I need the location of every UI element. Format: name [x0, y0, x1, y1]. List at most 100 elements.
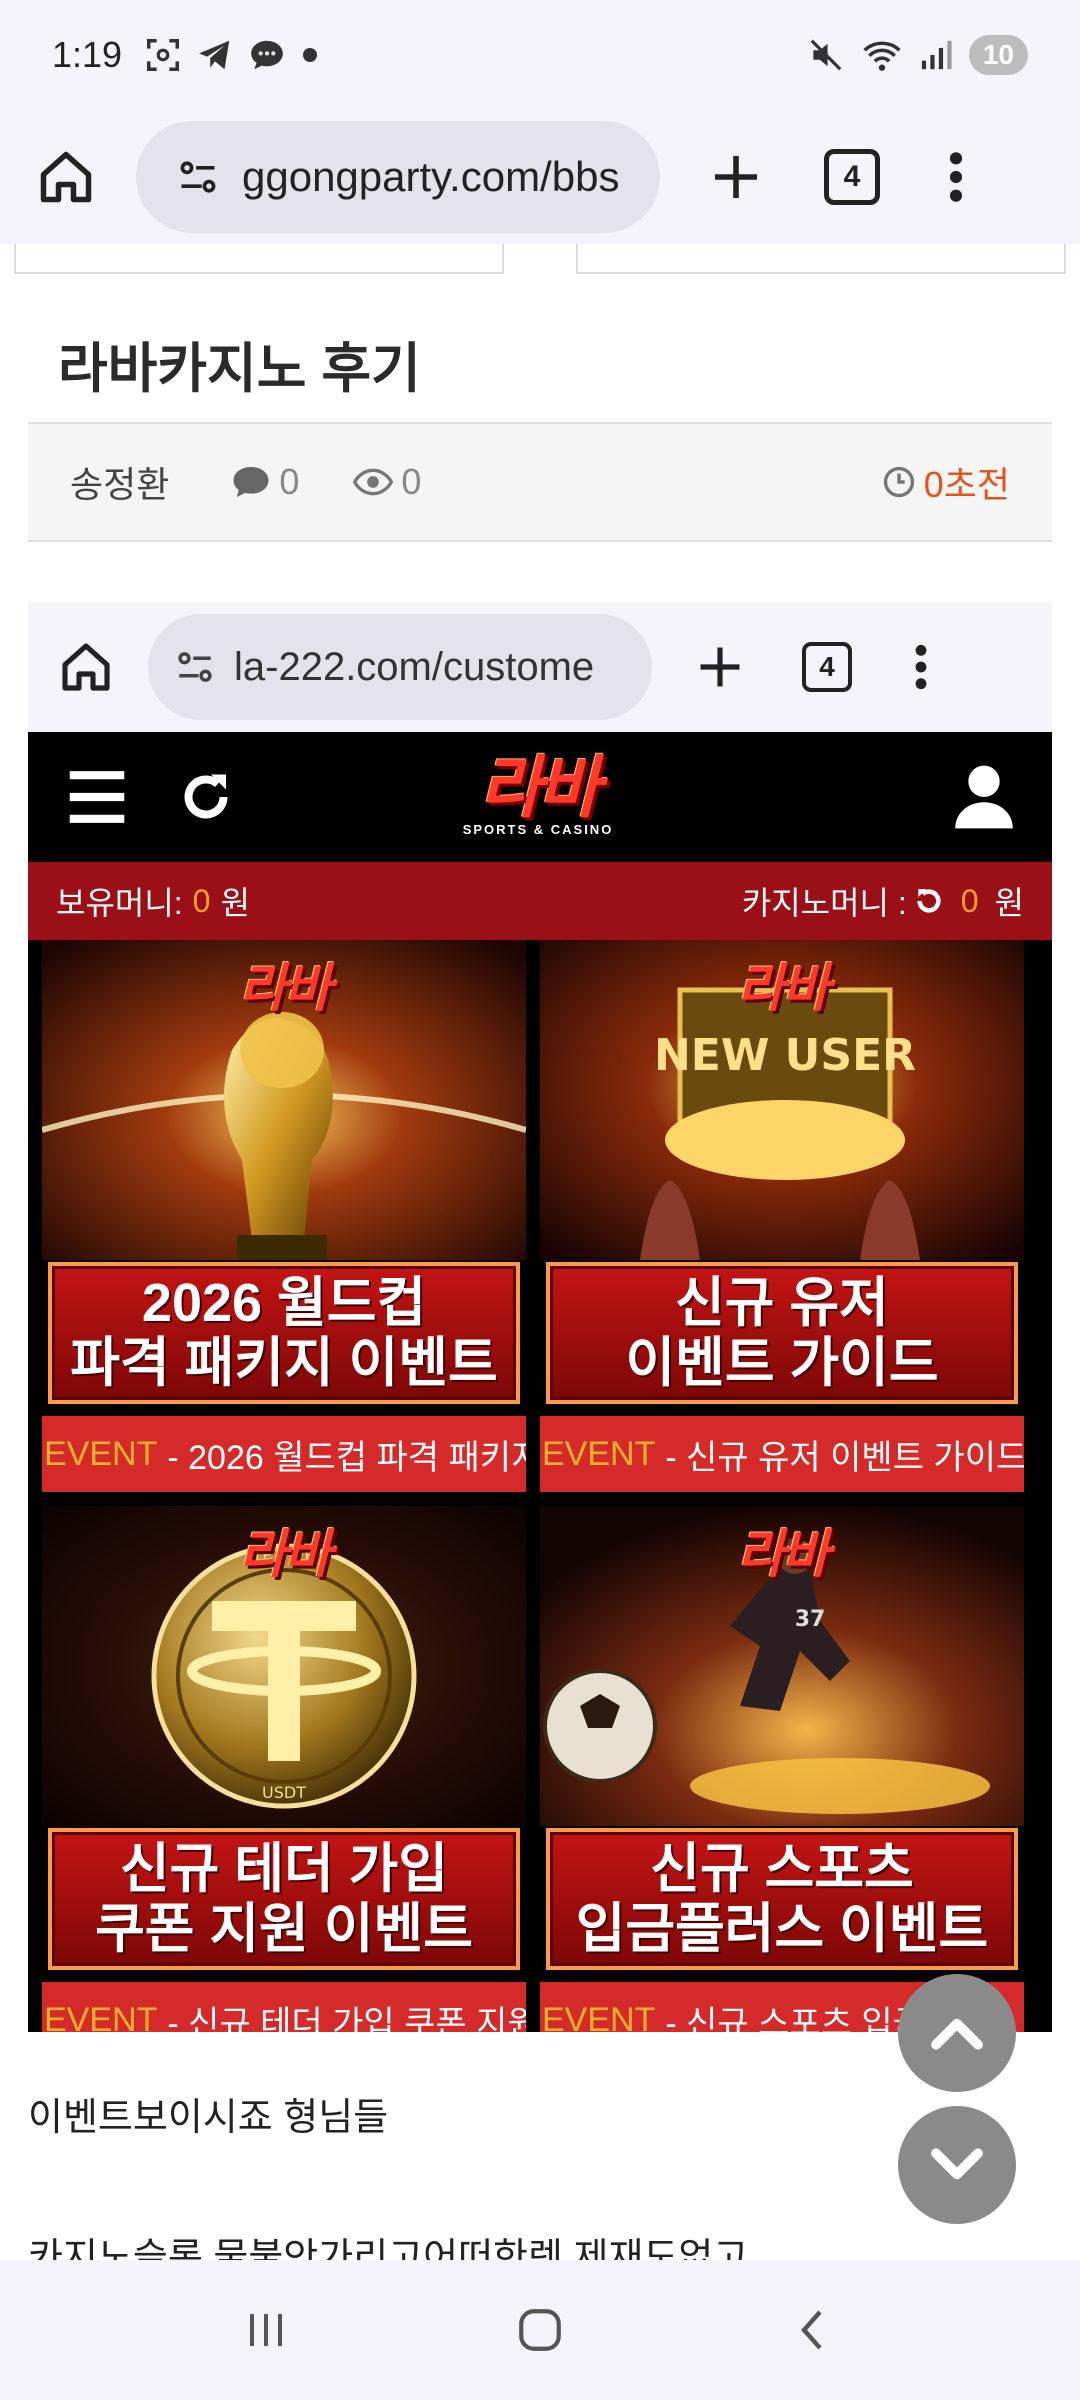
site-logo: 라바 SPORTS & CASINO — [438, 746, 638, 852]
money-label: 보유머니: — [56, 885, 183, 921]
card-title-panel: 2026 월드컵 파격 패키지 이벤트 — [48, 1262, 520, 1404]
jersey-number: 37 — [795, 1607, 826, 1632]
card-logo: 라바 — [737, 1525, 830, 1585]
recent-apps-button[interactable] — [242, 2306, 290, 2354]
browser-menu-button[interactable] — [936, 137, 976, 217]
comment-count: 0 — [231, 461, 299, 503]
chat-icon — [251, 40, 283, 70]
embedded-address-bar: la-222.com/custome — [148, 614, 652, 720]
card-title-line2: 이벤트 가이드 — [625, 1333, 939, 1393]
plus-icon — [700, 647, 740, 687]
card-caption: EVENT - 신규 테더 가입 쿠폰 지원 — [42, 1982, 526, 2032]
home-icon — [62, 643, 110, 691]
logo-subtext: SPORTS & CASINO — [462, 822, 614, 837]
scroll-up-button[interactable] — [898, 1974, 1016, 2092]
url-text: ggongparty.com/bbs — [242, 153, 620, 200]
card-overlay-new-user: NEW USER — [654, 1030, 916, 1081]
new-tab-button[interactable] — [696, 137, 776, 217]
user-icon — [955, 765, 1013, 829]
casino-money-label: 카지노머니 : — [741, 885, 907, 921]
chevron-down-icon — [931, 2148, 983, 2180]
post-time-value: 0초전 — [923, 464, 1010, 505]
card-title-line1: 신규 테더 가입 — [119, 1839, 449, 1899]
previous-content-edges — [0, 244, 1080, 274]
tune-icon[interactable] — [176, 155, 220, 199]
comment-icon — [233, 467, 269, 497]
wifi-icon — [863, 41, 901, 71]
card-logo: 라바 — [239, 959, 332, 1019]
event-grid: 라바 2026 월드컵 파격 패키지 이벤트 EVENT - 2026 월드컵 … — [28, 940, 1052, 2032]
more-icon — [915, 644, 927, 690]
prev-card-left — [14, 244, 504, 274]
notification-icons — [144, 36, 320, 74]
view-count-value: 0 — [401, 461, 422, 502]
more-icon — [949, 152, 963, 202]
card-caption: EVENT - 2026 월드컵 파격 패키지 — [42, 1416, 526, 1492]
browser-toolbar: ggongparty.com/bbs 4 — [0, 110, 1080, 244]
casino-money-value: 0 — [960, 882, 979, 919]
card-title-line2: 입금플러스 이벤트 — [575, 1899, 989, 1959]
card-logo: 라바 — [239, 1525, 332, 1585]
hamburger-icon — [69, 771, 125, 823]
telegram-icon — [199, 40, 230, 70]
event-card: TETHER USDT 라바 신규 테더 가입 쿠폰 지원 이벤트 EVENT … — [42, 1506, 526, 2032]
post-author[interactable]: 송정환 — [70, 456, 169, 508]
prev-card-right — [576, 244, 1066, 274]
signal-icon — [921, 40, 952, 70]
page-content: 라바카지노 후기 송정환 0 0 0초전 la-222.com/custome … — [0, 244, 1080, 2260]
home-button[interactable] — [30, 141, 102, 213]
logo-text: 라바 — [479, 749, 600, 828]
eye-icon — [353, 468, 394, 496]
money-bar: 보유머니: 0 원 카지노머니 : 0 원 — [28, 862, 1052, 940]
tab-switcher-button[interactable]: 4 — [824, 149, 880, 205]
post-meta-bar: 송정환 0 0 0초전 — [28, 422, 1052, 542]
casino-money-unit: 원 — [994, 885, 1024, 921]
card-title-line2: 쿠폰 지원 이벤트 — [95, 1899, 473, 1959]
card-title-panel: 신규 테더 가입 쿠폰 지원 이벤트 — [48, 1828, 520, 1970]
card-title-panel: 신규 스포츠 입금플러스 이벤트 — [546, 1828, 1018, 1970]
event-card: 37 라바 신규 스포츠 입금플러스 이벤트 EVENT - 신규 스포츠 입금… — [540, 1506, 1024, 2032]
refresh-icon — [184, 774, 228, 819]
system-icons: 10 — [807, 35, 1028, 75]
refresh-icon — [917, 889, 941, 913]
card-caption-tag: EVENT — [44, 1434, 158, 1473]
back-button[interactable] — [790, 2306, 838, 2354]
money-value: 0 — [192, 882, 211, 919]
embedded-tab-count: 4 — [802, 642, 852, 692]
screenshot-icon — [147, 39, 180, 71]
event-card: NEW USER 라바 신규 유저 이벤트 가이드 EVENT - 신규 유저 … — [540, 940, 1024, 1492]
tune-icon — [178, 652, 212, 682]
money-unit: 원 — [220, 885, 250, 921]
site-header: 라바 SPORTS & CASINO — [28, 732, 1052, 862]
home-icon — [40, 151, 92, 203]
card-caption-text: - 2026 월드컵 파격 패키지 — [167, 1438, 526, 1477]
card-title-line1: 신규 유저 — [675, 1273, 889, 1333]
card-caption-tag: EVENT — [542, 1434, 656, 1473]
home-nav-button[interactable] — [515, 2305, 565, 2355]
plus-icon — [715, 156, 757, 198]
post-title: 라바카지노 후기 — [58, 339, 421, 399]
event-card: 라바 2026 월드컵 파격 패키지 이벤트 EVENT - 2026 월드컵 … — [42, 940, 526, 1492]
chevron-up-icon — [931, 2018, 983, 2050]
scroll-down-button[interactable] — [898, 2106, 1016, 2224]
comment-count-value: 0 — [279, 461, 300, 502]
address-bar[interactable]: ggongparty.com/bbs — [136, 121, 660, 233]
coin-text-bottom: USDT — [262, 1783, 306, 1802]
post-time: 0초전 — [882, 456, 1010, 508]
card-caption-tag: EVENT — [542, 2000, 656, 2033]
casino-money: 카지노머니 : 0 원 — [742, 878, 1024, 924]
card-logo: 라바 — [737, 959, 830, 1019]
status-time: 1:19 — [52, 34, 123, 75]
card-title-line1: 2026 월드컵 — [141, 1273, 427, 1333]
post-body-line: 카지노슬롯 물불안가리고어떠한렉 제재도없고 — [28, 2237, 749, 2260]
embedded-browser-toolbar: la-222.com/custome 4 — [28, 602, 1052, 732]
status-bar: 1:19 10 — [0, 0, 1080, 110]
card-caption-text: - 신규 테더 가입 쿠폰 지원 — [167, 2004, 526, 2033]
battery-indicator: 10 — [968, 35, 1028, 75]
mute-icon — [810, 39, 842, 71]
card-title-line1: 신규 스포츠 — [650, 1839, 914, 1899]
embedded-screenshot-image: la-222.com/custome 4 라바 SPORTS & CASINO … — [28, 602, 1052, 2032]
dot-icon — [303, 48, 318, 62]
card-title-panel: 신규 유저 이벤트 가이드 — [546, 1262, 1018, 1404]
embedded-url-text: la-222.com/custome — [234, 644, 595, 689]
